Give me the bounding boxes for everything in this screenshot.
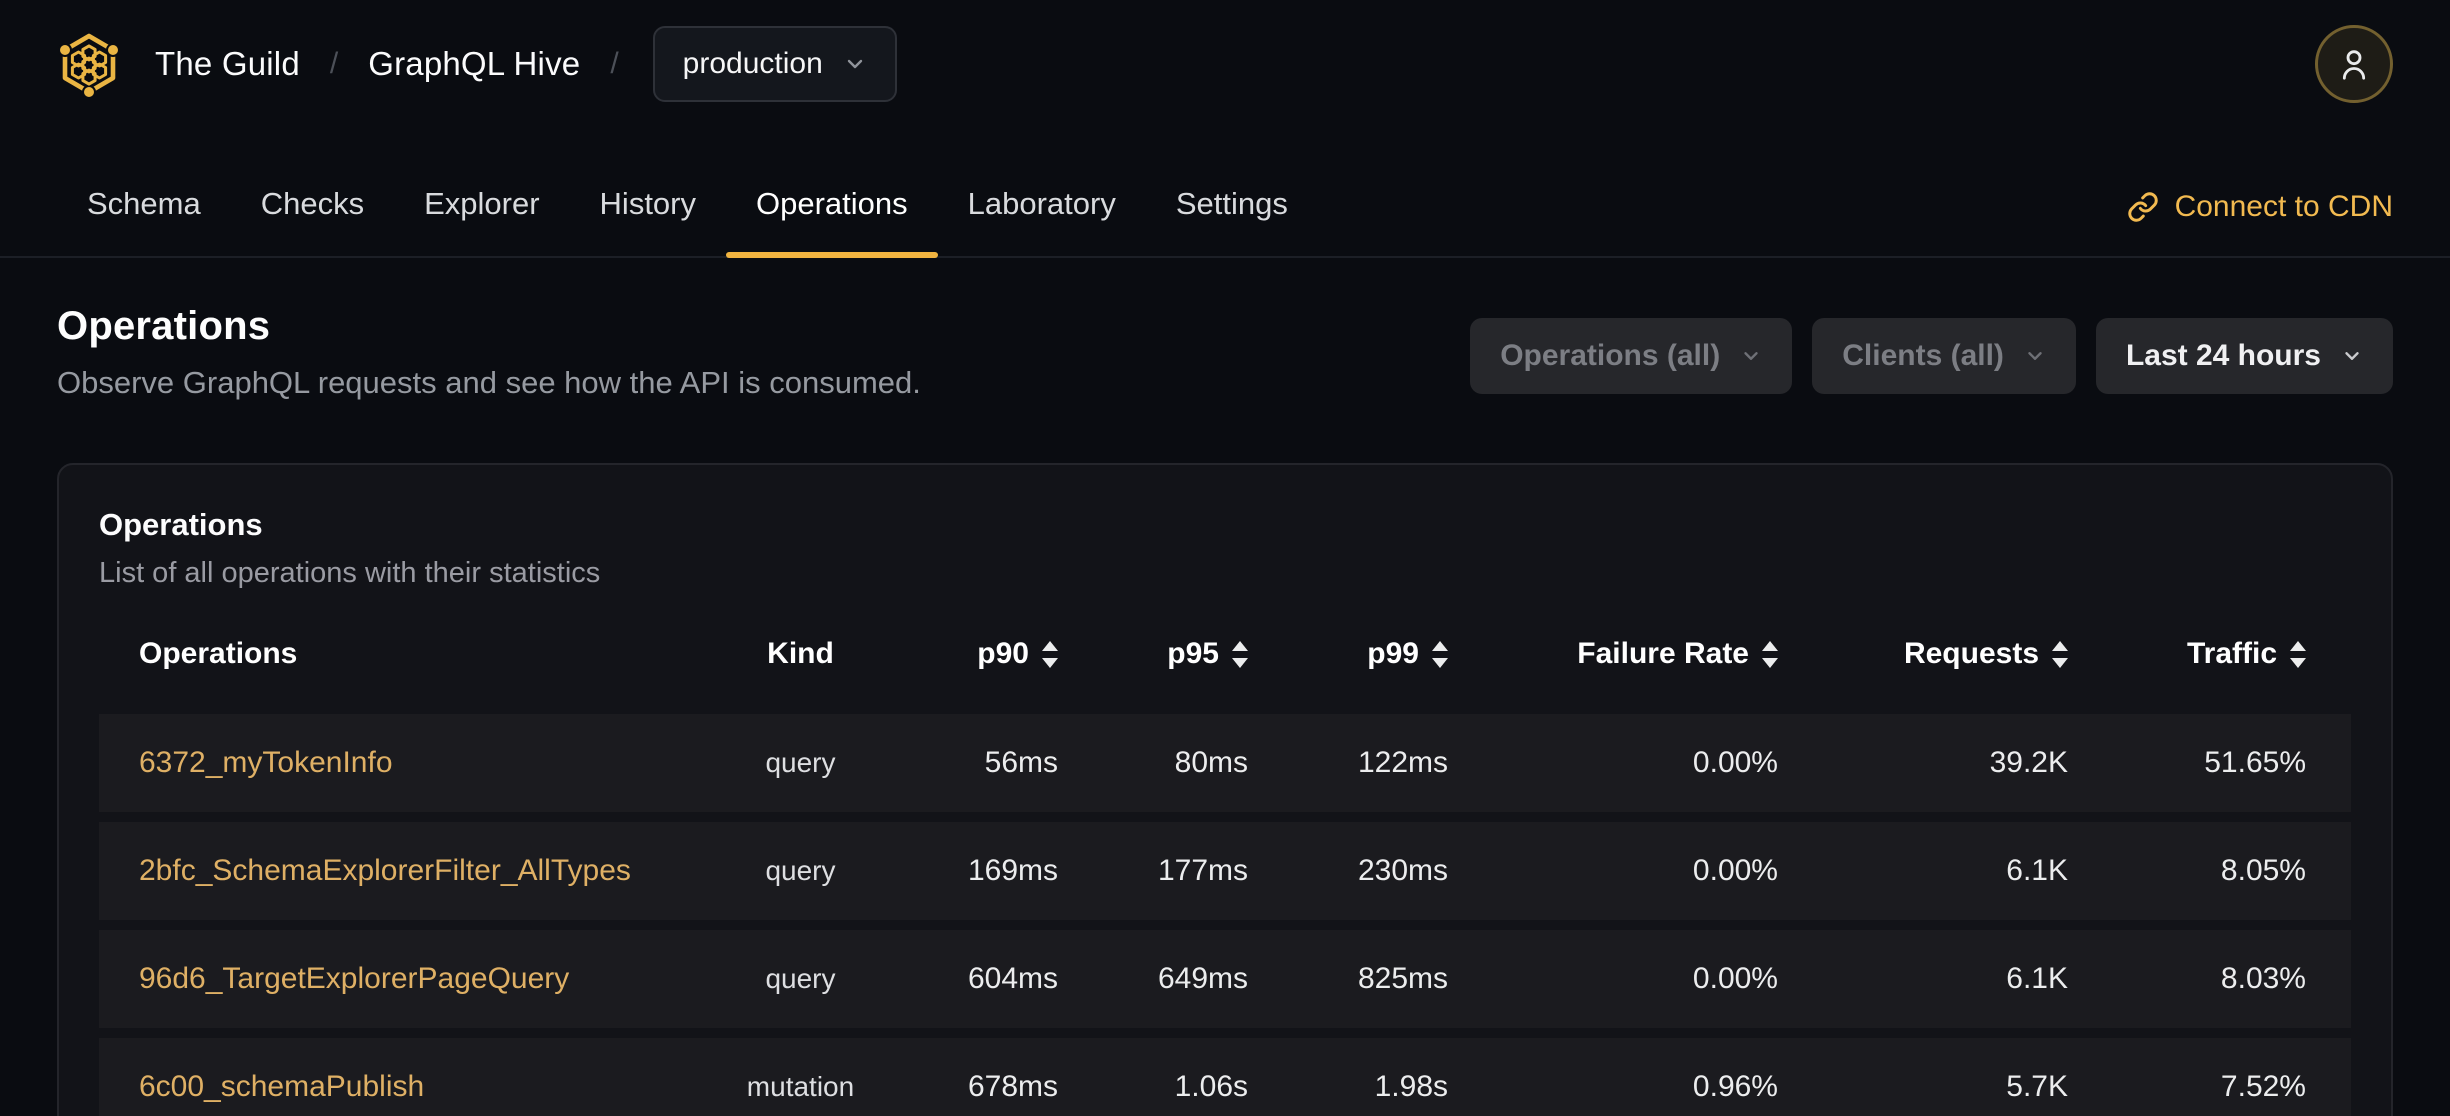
time-range-dropdown[interactable]: Last 24 hours	[2095, 318, 2393, 394]
kind-cell: query	[765, 855, 836, 886]
breadcrumb-separator: /	[610, 47, 619, 80]
operations-page: Operations Observe GraphQL requests and …	[0, 258, 2450, 1116]
failure-rate-cell: 0.00%	[1692, 746, 1778, 779]
tab-settings[interactable]: Settings	[1146, 186, 1318, 256]
p90-cell: 169ms	[967, 854, 1058, 887]
operation-link[interactable]: 96d6_TargetExplorerPageQuery	[139, 962, 569, 995]
connect-to-cdn-link[interactable]: Connect to CDN	[2127, 190, 2393, 256]
failure-rate-cell: 0.96%	[1692, 1070, 1778, 1103]
requests-cell: 39.2K	[1989, 746, 2068, 779]
tab-history[interactable]: History	[570, 186, 726, 256]
clients-filter-dropdown[interactable]: Clients (all)	[1812, 318, 2076, 394]
tab-checks[interactable]: Checks	[231, 186, 394, 256]
sort-icon	[1762, 640, 1778, 668]
requests-cell: 6.1K	[2006, 962, 2068, 995]
table-row: 96d6_TargetExplorerPageQuery query 604ms…	[99, 930, 2351, 1028]
tab-laboratory[interactable]: Laboratory	[938, 186, 1146, 256]
traffic-cell: 51.65%	[2204, 746, 2306, 779]
target-selector[interactable]: production	[652, 26, 897, 102]
p99-cell: 122ms	[1357, 746, 1448, 779]
column-header-p90[interactable]: p90	[943, 637, 1058, 671]
traffic-cell: 7.52%	[2220, 1070, 2306, 1103]
table-header-row: Operations Kind p90 p95 p99 Failure Rate…	[99, 622, 2351, 686]
p90-cell: 56ms	[984, 746, 1058, 779]
link-icon	[2127, 191, 2159, 223]
target-selector-label: production	[682, 47, 823, 80]
p90-cell: 604ms	[967, 962, 1058, 995]
kind-cell: query	[765, 747, 836, 778]
hive-logo-icon[interactable]	[57, 31, 121, 97]
sort-icon	[1232, 640, 1248, 668]
chevron-down-icon	[2024, 345, 2046, 367]
sort-icon	[2290, 640, 2306, 668]
app-header: The Guild / GraphQL Hive / production Sc…	[0, 0, 2450, 258]
chevron-down-icon	[843, 52, 867, 76]
tab-operations[interactable]: Operations	[726, 186, 938, 258]
table-row: 6372_myTokenInfo query 56ms 80ms 122ms 0…	[99, 714, 2351, 812]
breadcrumb-project[interactable]: GraphQL Hive	[368, 45, 580, 83]
failure-rate-cell: 0.00%	[1692, 854, 1778, 887]
time-range-label: Last 24 hours	[2125, 339, 2321, 372]
clients-filter-label: Clients (all)	[1842, 339, 2004, 372]
p99-cell: 1.98s	[1374, 1070, 1448, 1103]
operation-link[interactable]: 6c00_schemaPublish	[139, 1070, 424, 1103]
breadcrumb: The Guild / GraphQL Hive / production	[57, 26, 897, 102]
page-title: Operations	[57, 304, 271, 348]
table-row: 6c00_schemaPublish mutation 678ms 1.06s …	[99, 1038, 2351, 1116]
p95-cell: 649ms	[1157, 962, 1248, 995]
card-subtitle: List of all operations with their statis…	[99, 557, 601, 589]
column-header-p99[interactable]: p99	[1248, 637, 1448, 671]
sort-icon	[1432, 640, 1448, 668]
p95-cell: 1.06s	[1174, 1070, 1248, 1103]
user-icon	[2334, 43, 2374, 85]
table-row: 2bfc_SchemaExplorerFilter_AllTypes query…	[99, 822, 2351, 920]
p90-cell: 678ms	[967, 1070, 1058, 1103]
p99-cell: 825ms	[1357, 962, 1448, 995]
breadcrumb-separator: /	[329, 47, 339, 80]
operations-table: Operations Kind p90 p95 p99 Failure Rate…	[99, 622, 2351, 1116]
operations-card: Operations List of all operations with t…	[57, 463, 2393, 1116]
tab-schema[interactable]: Schema	[57, 186, 231, 256]
requests-cell: 5.7K	[2006, 1070, 2068, 1103]
p95-cell: 80ms	[1174, 746, 1248, 779]
user-avatar-button[interactable]	[2315, 25, 2393, 103]
card-title: Operations	[99, 507, 263, 542]
nav-tabs: Schema Checks Explorer History Operation…	[57, 186, 1318, 258]
tab-explorer[interactable]: Explorer	[394, 186, 569, 256]
connect-to-cdn-label: Connect to CDN	[2174, 190, 2393, 223]
column-header-traffic[interactable]: Traffic	[2068, 637, 2306, 671]
operations-filter-dropdown[interactable]: Operations (all)	[1470, 318, 1793, 394]
column-header-failure-rate[interactable]: Failure Rate	[1448, 637, 1778, 671]
kind-cell: query	[765, 963, 836, 994]
column-header-operations: Operations	[139, 637, 298, 670]
breadcrumb-org[interactable]: The Guild	[155, 45, 300, 83]
operation-link[interactable]: 2bfc_SchemaExplorerFilter_AllTypes	[139, 854, 631, 887]
operation-link[interactable]: 6372_myTokenInfo	[139, 746, 393, 779]
chevron-down-icon	[1740, 345, 1762, 367]
page-subtitle: Observe GraphQL requests and see how the…	[57, 365, 921, 400]
column-header-p95[interactable]: p95	[1058, 637, 1248, 671]
top-bar: The Guild / GraphQL Hive / production	[0, 0, 2450, 128]
p95-cell: 177ms	[1157, 854, 1248, 887]
page-head: Operations Observe GraphQL requests and …	[0, 258, 2450, 401]
chevron-down-icon	[2341, 345, 2363, 367]
filter-bar: Operations (all) Clients (all) Last 24 h…	[1470, 318, 2393, 394]
operations-filter-label: Operations (all)	[1500, 339, 1721, 372]
failure-rate-cell: 0.00%	[1692, 962, 1778, 995]
sort-icon	[1042, 640, 1058, 668]
page-title-block: Operations Observe GraphQL requests and …	[57, 304, 921, 401]
requests-cell: 6.1K	[2006, 854, 2068, 887]
traffic-cell: 8.03%	[2220, 962, 2306, 995]
p99-cell: 230ms	[1357, 854, 1448, 887]
tab-bar: Schema Checks Explorer History Operation…	[0, 128, 2450, 258]
traffic-cell: 8.05%	[2220, 854, 2306, 887]
sort-icon	[2052, 640, 2068, 668]
column-header-requests[interactable]: Requests	[1778, 637, 2068, 671]
breadcrumb-trail: The Guild / GraphQL Hive / production	[155, 26, 897, 102]
table-body: 6372_myTokenInfo query 56ms 80ms 122ms 0…	[99, 714, 2351, 1116]
column-header-kind: Kind	[767, 637, 834, 670]
kind-cell: mutation	[746, 1071, 855, 1102]
